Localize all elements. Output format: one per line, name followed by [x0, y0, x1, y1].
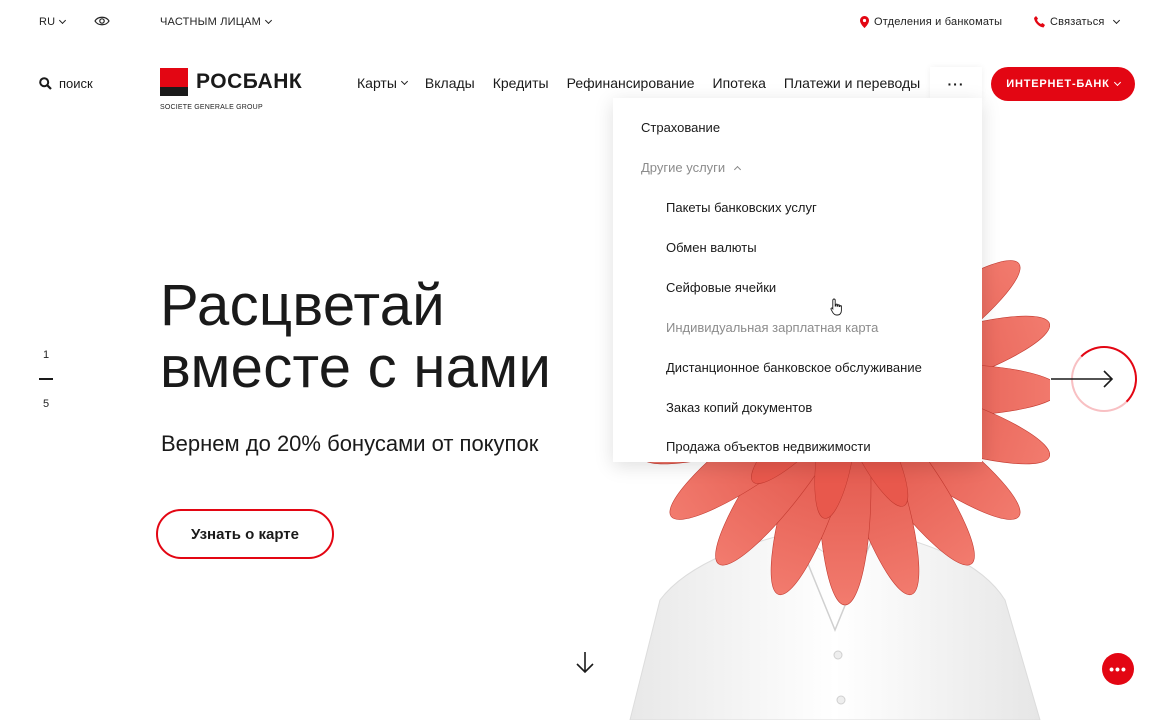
- language-switcher[interactable]: RU: [39, 16, 67, 28]
- learn-about-card-button[interactable]: Узнать о карте: [156, 509, 334, 559]
- chat-button[interactable]: •••: [1102, 653, 1134, 685]
- dropdown-item-document-copies[interactable]: Заказ копий документов: [666, 400, 812, 415]
- dropdown-item-real-estate-sale[interactable]: Продажа объектов недвижимости: [666, 439, 871, 454]
- chevron-up-icon: [733, 165, 741, 174]
- hero-title-line2: вместе с нами: [160, 335, 552, 400]
- dropdown-item-currency-exchange[interactable]: Обмен валюты: [666, 240, 757, 255]
- dropdown-item-label: Индивидуальная зарплатная карта: [666, 320, 879, 335]
- hero-subtitle: Вернем до 20% бонусами от покупок: [161, 431, 539, 456]
- chevron-down-icon: [264, 16, 273, 25]
- slide-current: 1: [42, 349, 50, 361]
- chevron-down-icon: [400, 77, 408, 86]
- internet-bank-button[interactable]: ИНТЕРНЕТ-БАНК: [991, 67, 1135, 101]
- chevron-down-icon: [59, 16, 67, 25]
- search-label: поиск: [59, 76, 93, 91]
- more-menu-button[interactable]: ···: [930, 67, 982, 101]
- internet-bank-label: ИНТЕРНЕТ-БАНК: [1006, 78, 1110, 90]
- logo-name: РОСБАНК: [196, 70, 303, 93]
- dropdown-item-label: Сейфовые ячейки: [666, 280, 777, 295]
- logo-subtitle: SOCIETE GENERALE GROUP: [160, 104, 263, 111]
- slide-total: 5: [42, 398, 50, 410]
- segment-label: ЧАСТНЫМ ЛИЦАМ: [160, 16, 261, 28]
- hero-title-line1: Расцветай: [160, 273, 445, 338]
- search-icon: [39, 77, 52, 90]
- dropdown-item-banking-packages[interactable]: Пакеты банковских услуг: [666, 200, 817, 215]
- dropdown-item-other-services[interactable]: Другие услуги: [641, 160, 741, 175]
- dropdown-item-insurance[interactable]: Страхование: [641, 120, 720, 135]
- contact-label: Связаться: [1050, 16, 1105, 28]
- chat-dots-icon: •••: [1109, 661, 1127, 677]
- nav-item-label: Вклады: [424, 75, 475, 91]
- dropdown-item-safe-deposit[interactable]: Сейфовые ячейки: [666, 280, 776, 295]
- main-nav: Карты Вклады Кредиты Рефинансирование Ип…: [357, 75, 938, 91]
- contact-menu[interactable]: Связаться: [1034, 16, 1120, 28]
- nav-item-label: Карты: [357, 75, 397, 91]
- dropdown-item-remote-banking[interactable]: Дистанционное банковское обслуживание: [666, 360, 922, 375]
- nav-item-cards[interactable]: Карты: [357, 75, 408, 91]
- hero-title: Расцветай вместе с нами: [160, 275, 551, 399]
- search-button[interactable]: поиск: [39, 76, 93, 91]
- scroll-down-arrow-icon[interactable]: [575, 652, 595, 674]
- dropdown-item-salary-card[interactable]: Индивидуальная зарплатная карта: [666, 320, 878, 335]
- more-dropdown-menu: Страхование Другие услуги Пакеты банковс…: [613, 98, 982, 462]
- nav-item-label: Рефинансирование: [566, 75, 695, 91]
- location-pin-icon: [860, 16, 869, 28]
- dropdown-item-label: Дистанционное банковское обслуживание: [666, 360, 922, 375]
- more-dots-icon: ···: [947, 76, 965, 92]
- nav-item-refinancing[interactable]: Рефинансирование: [567, 75, 695, 91]
- chevron-down-icon: [1112, 16, 1120, 25]
- dropdown-item-label: Заказ копий документов: [666, 400, 813, 415]
- branches-label: Отделения и банкоматы: [874, 16, 1003, 28]
- logo[interactable]: РОСБАНК SOCIETE GENERALE GROUP: [160, 68, 302, 111]
- cta-label: Узнать о карте: [190, 525, 299, 543]
- nav-item-label: Ипотека: [712, 75, 766, 91]
- nav-item-deposits[interactable]: Вклады: [425, 75, 475, 91]
- dropdown-item-label: Другие услуги: [641, 160, 726, 175]
- nav-item-label: Кредиты: [492, 75, 549, 91]
- nav-item-mortgage[interactable]: Ипотека: [713, 75, 766, 91]
- segment-switcher[interactable]: ЧАСТНЫМ ЛИЦАМ: [160, 16, 273, 28]
- nav-item-label: Платежи и переводы: [783, 75, 921, 91]
- dropdown-item-label: Пакеты банковских услуг: [666, 200, 817, 215]
- hand-cursor-icon: [830, 298, 842, 316]
- dropdown-item-label: Обмен валюты: [666, 240, 757, 255]
- nav-item-payments[interactable]: Платежи и переводы: [784, 75, 920, 91]
- phone-icon: [1034, 16, 1045, 28]
- chevron-down-icon: [1113, 78, 1121, 87]
- branches-link[interactable]: Отделения и банкоматы: [860, 16, 1002, 28]
- dropdown-item-label: Продажа объектов недвижимости: [666, 439, 871, 454]
- arrow-right-icon: [1051, 370, 1114, 388]
- language-label: RU: [39, 16, 56, 28]
- logo-mark-icon: [160, 68, 188, 96]
- dropdown-item-label: Страхование: [641, 120, 721, 135]
- slide-progress-line: [39, 378, 53, 380]
- accessibility-eye-icon[interactable]: [94, 14, 110, 33]
- nav-item-loans[interactable]: Кредиты: [493, 75, 549, 91]
